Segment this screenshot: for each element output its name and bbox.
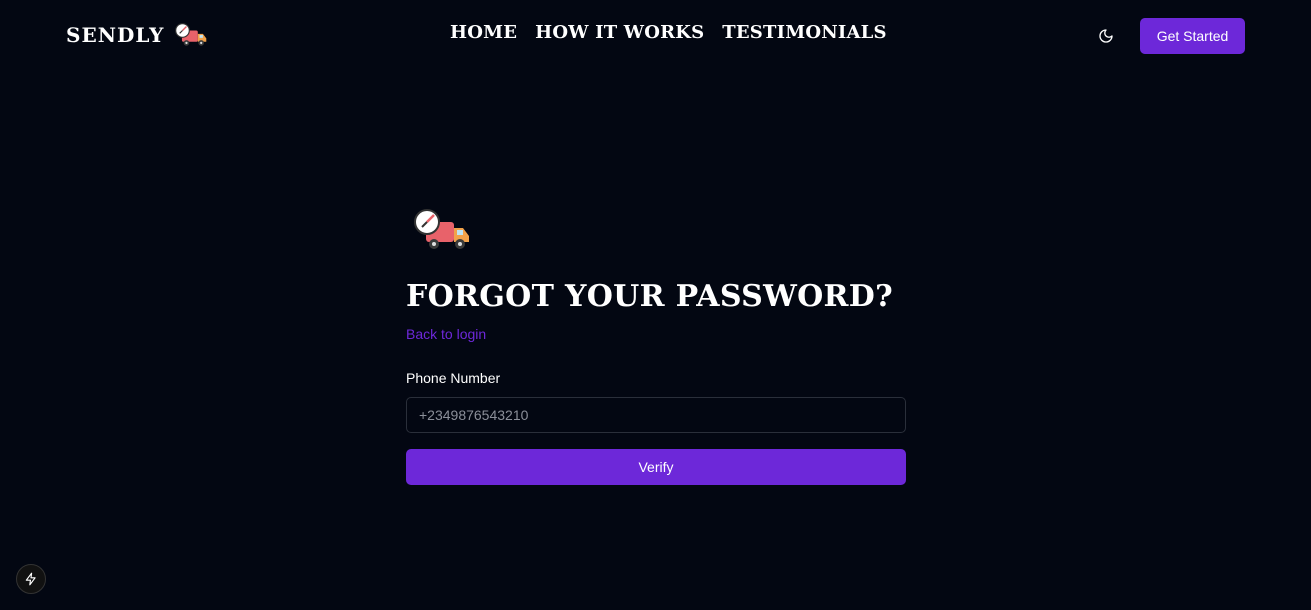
brand[interactable]: SENDLY	[66, 20, 208, 50]
brand-name: SENDLY	[66, 23, 165, 47]
back-to-login-link[interactable]: Back to login	[406, 326, 486, 342]
delivery-truck-icon	[175, 23, 207, 46]
lightning-icon	[25, 572, 36, 586]
dev-tools-button[interactable]	[16, 564, 46, 594]
nav-home[interactable]: HOME	[450, 22, 517, 43]
nav-how-it-works[interactable]: HOW IT WORKS	[535, 22, 704, 43]
theme-toggle-button[interactable]	[1094, 24, 1118, 48]
moon-icon	[1099, 29, 1113, 43]
phone-number-input[interactable]	[406, 397, 906, 433]
nav-testimonials[interactable]: TESTIMONIALS	[722, 22, 886, 43]
page: SENDLY HOME HOW IT WORKS TESTIMONIALS Ge…	[0, 0, 1311, 610]
get-started-button[interactable]: Get Started	[1140, 18, 1245, 54]
delivery-truck-clock-icon	[414, 209, 469, 249]
verify-button[interactable]: Verify	[406, 449, 906, 485]
main-nav: HOME HOW IT WORKS TESTIMONIALS	[450, 22, 887, 43]
phone-number-label: Phone Number	[406, 370, 501, 386]
forgot-password-form: FORGOT YOUR PASSWORD? Back to login Phon…	[406, 208, 906, 485]
page-title: FORGOT YOUR PASSWORD?	[406, 279, 893, 314]
